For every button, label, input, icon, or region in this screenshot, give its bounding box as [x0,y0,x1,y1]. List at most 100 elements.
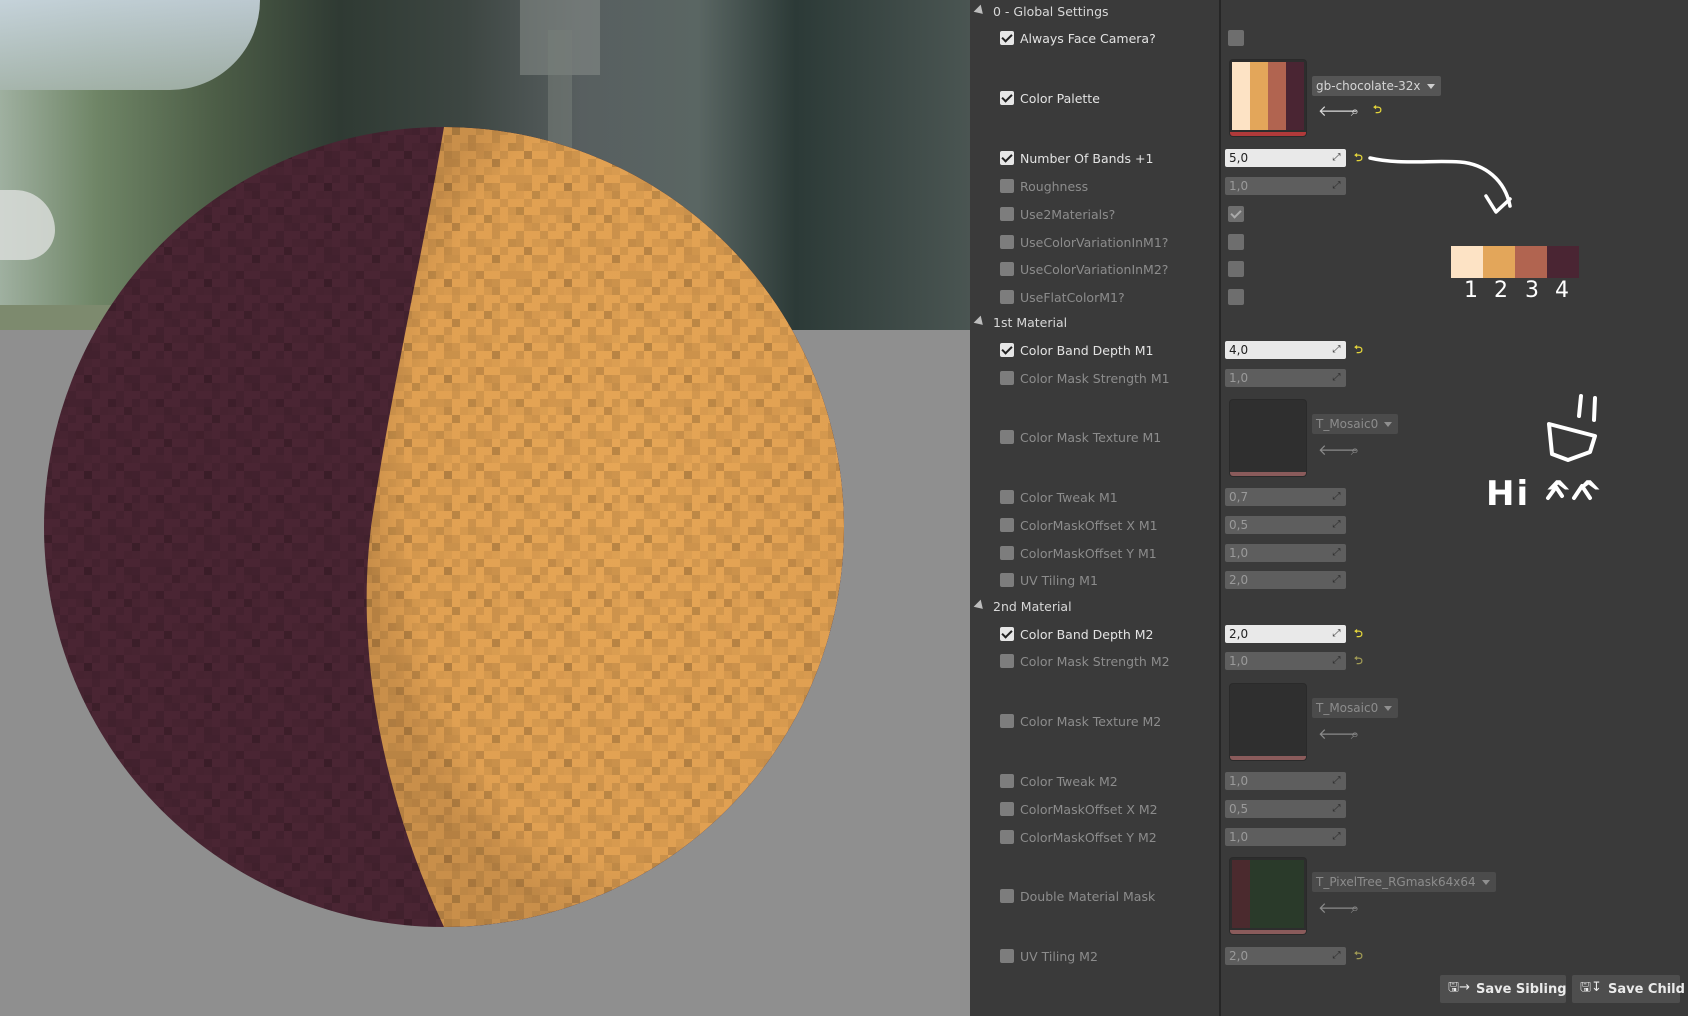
search-icon[interactable]: ⌕ [1346,441,1364,459]
palette-asset-combo[interactable]: gb-chocolate-32x [1312,76,1441,96]
color-mask-offset-y-m2-input[interactable]: 1,0 [1225,828,1346,846]
prop-color-mask-offset-y-m2: ColorMaskOffset Y M2 [1000,826,1157,848]
reset-arrow-icon[interactable]: ⮌ [1354,344,1366,356]
override-checkbox[interactable] [1000,179,1014,193]
override-checkbox[interactable] [1000,546,1014,560]
expand-icon[interactable] [1331,152,1342,163]
prop-label: Number Of Bands +1 [1020,150,1154,166]
category-1st-material[interactable]: 1st Material [973,311,1068,333]
reset-arrow-icon[interactable]: ⮌ [1354,655,1366,667]
prop-label: ColorMaskOffset Y M1 [1020,545,1157,561]
color-mask-offset-x-m2-input[interactable]: 0,5 [1225,800,1346,818]
expand-icon[interactable] [1331,655,1342,666]
uv-tiling-m1-input[interactable]: 2,0 [1225,571,1346,589]
use-flat-color-m1-value-checkbox[interactable] [1228,289,1244,305]
override-checkbox[interactable] [1000,371,1014,385]
arrow-left-icon[interactable]: 🡐 [1318,899,1358,917]
override-checkbox[interactable] [1000,290,1014,304]
prop-label: Color Mask Texture M1 [1020,429,1162,445]
arrow-left-icon[interactable]: 🡐 [1318,725,1358,743]
reset-arrow-icon[interactable]: ⮌ [1354,152,1366,164]
use-color-variation-m1-value-checkbox[interactable] [1228,234,1244,250]
color-mask-strength-m2-input[interactable]: 1,0 [1225,652,1346,670]
thumbnail-bar [1230,132,1306,136]
prop-color-mask-strength-m2: Color Mask Strength M2 [1000,650,1170,672]
override-checkbox[interactable] [1000,627,1014,641]
mask-texture-m1-combo[interactable]: T_Mosaic0 [1312,414,1399,434]
mask-texture-m2-combo[interactable]: T_Mosaic0 [1312,698,1399,718]
color-mask-strength-m1-input[interactable]: 1,0 [1225,369,1346,387]
value-text: 0,5 [1229,802,1249,816]
roughness-input[interactable]: 1,0 [1225,177,1346,195]
override-checkbox[interactable] [1000,949,1014,963]
palette-swatch-1 [1232,62,1250,130]
override-checkbox[interactable] [1000,31,1014,45]
expand-icon[interactable] [1331,950,1342,961]
override-checkbox[interactable] [1000,654,1014,668]
expand-icon[interactable] [1331,180,1342,191]
double-mask-combo[interactable]: T_PixelTree_RGmask64x64 [1312,872,1496,892]
override-checkbox[interactable] [1000,830,1014,844]
reset-arrow-icon[interactable]: ⮌ [1354,628,1366,640]
override-checkbox[interactable] [1000,207,1014,221]
expand-icon[interactable] [1331,344,1342,355]
use-color-variation-m2-value-checkbox[interactable] [1228,261,1244,277]
color-tweak-m2-input[interactable]: 1,0 [1225,772,1346,790]
override-checkbox[interactable] [1000,91,1014,105]
override-checkbox[interactable] [1000,490,1014,504]
number-of-bands-input[interactable]: 5,0 [1225,149,1346,167]
override-checkbox[interactable] [1000,518,1014,532]
expand-icon[interactable] [1331,628,1342,639]
expand-icon[interactable] [1331,831,1342,842]
value-text: 0,7 [1229,490,1249,504]
mask-texture-m2-thumbnail[interactable] [1230,684,1306,760]
override-checkbox[interactable] [1000,430,1014,444]
expand-icon[interactable] [1331,574,1342,585]
search-icon[interactable]: ⌕ [1346,102,1364,120]
expand-icon[interactable] [1331,547,1342,558]
arrow-left-icon[interactable]: 🡐 [1318,441,1358,459]
double-mask-thumbnail[interactable] [1230,858,1306,934]
search-icon[interactable]: ⌕ [1346,725,1364,743]
color-mask-offset-y-m1-input[interactable]: 1,0 [1225,544,1346,562]
color-mask-offset-x-m1-input[interactable]: 0,5 [1225,516,1346,534]
override-checkbox[interactable] [1000,151,1014,165]
arrow-left-icon[interactable]: 🡐 [1318,102,1358,120]
override-checkbox[interactable] [1000,343,1014,357]
search-icon[interactable]: ⌕ [1346,899,1364,917]
reset-arrow-icon[interactable]: ⮌ [1373,104,1385,116]
override-checkbox[interactable] [1000,802,1014,816]
category-2nd-material[interactable]: 2nd Material [973,595,1072,617]
expand-icon[interactable] [1331,519,1342,530]
column-splitter[interactable] [1219,0,1221,1016]
expand-icon[interactable] [1331,372,1342,383]
prop-label: Color Band Depth M2 [1020,626,1154,642]
value-text: 5,0 [1229,151,1249,165]
category-label: 1st Material [993,314,1068,330]
prop-color-tweak-m2: Color Tweak M2 [1000,770,1118,792]
override-checkbox[interactable] [1000,774,1014,788]
color-band-depth-m1-input[interactable]: 4,0 [1225,341,1346,359]
expand-icon[interactable] [1331,803,1342,814]
override-checkbox[interactable] [1000,714,1014,728]
mask-texture-m1-thumbnail[interactable] [1230,400,1306,476]
category-global-settings[interactable]: 0 - Global Settings [973,0,1109,22]
override-checkbox[interactable] [1000,889,1014,903]
reset-arrow-icon[interactable]: ⮌ [1354,950,1366,962]
prop-color-band-depth-m2: Color Band Depth M2 [1000,623,1153,645]
palette-thumbnail[interactable] [1230,60,1306,136]
save-child-button[interactable]: 🖫↧ Save Child [1572,975,1685,1003]
save-sibling-button[interactable]: 🖫→ Save Sibling [1440,975,1567,1003]
always-face-camera-value-checkbox[interactable] [1228,30,1244,46]
color-tweak-m1-input[interactable]: 0,7 [1225,488,1346,506]
override-checkbox[interactable] [1000,573,1014,587]
uv-tiling-m2-input[interactable]: 2,0 [1225,947,1346,965]
override-checkbox[interactable] [1000,235,1014,249]
expand-icon[interactable] [1331,775,1342,786]
use2materials-value-checkbox[interactable] [1228,206,1244,222]
color-band-depth-m2-input[interactable]: 2,0 [1225,625,1346,643]
expand-icon[interactable] [1331,491,1342,502]
viewport[interactable] [0,0,970,1016]
override-checkbox[interactable] [1000,262,1014,276]
prop-color-band-depth-m1: Color Band Depth M1 [1000,339,1153,361]
